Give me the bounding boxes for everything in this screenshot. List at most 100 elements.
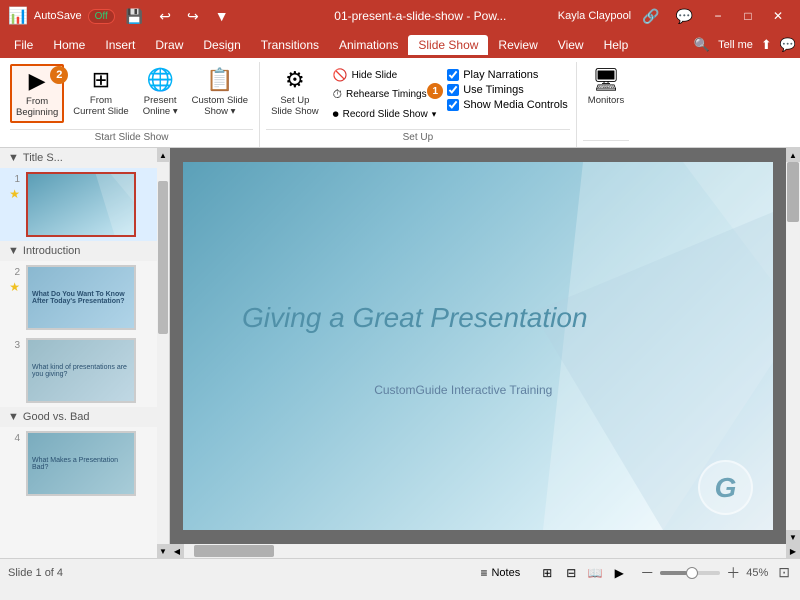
logo-char: G <box>715 472 737 504</box>
menu-view[interactable]: View <box>548 35 594 55</box>
save-button[interactable]: 💾 <box>121 6 148 27</box>
filename: 01-present-a-slide-show - Pow... <box>334 9 506 23</box>
zoom-plus-button[interactable]: ＋ <box>724 563 742 583</box>
share-button[interactable]: 🔗 <box>637 6 664 27</box>
undo-button[interactable]: ↩ <box>154 6 176 27</box>
notes-icon: ≡ <box>480 566 487 580</box>
panel-scroll-track <box>157 162 169 544</box>
present-online-button[interactable]: 🌐 PresentOnline ▾ <box>138 64 183 121</box>
rehearse-timings-button[interactable]: ⏱ Rehearse Timings <box>328 85 442 104</box>
rehearse-icon: ⏱ <box>333 87 342 102</box>
section-title-label-3: Good vs. Bad <box>23 411 90 423</box>
h-scroll-right[interactable]: ▶ <box>786 544 800 558</box>
slide-text-3: What kind of presentations are you givin… <box>28 360 134 382</box>
menu-slideshow[interactable]: Slide Show <box>408 35 488 55</box>
panel-scroll-up[interactable]: ▲ <box>157 148 169 162</box>
record-label: Record Slide Show <box>343 109 428 120</box>
autosave-state: Off <box>95 11 108 22</box>
scroll-down-arrow[interactable]: ▼ <box>786 530 800 544</box>
slide-thumb-4[interactable]: 4 What Makes a Presentation Bad? <box>0 427 169 500</box>
monitors-button[interactable]: 🖥 Monitors <box>583 64 629 109</box>
from-current-slide-button[interactable]: ⊞ FromCurrent Slide <box>68 64 133 121</box>
play-narrations-input[interactable] <box>447 69 459 81</box>
section-title-label-2: Introduction <box>23 245 80 257</box>
slide-thumb-1[interactable]: 1 ★ <box>0 168 169 241</box>
show-media-controls-checkbox[interactable]: Show Media Controls <box>445 98 570 112</box>
slide-image-2: What Do You Want To Know After Today's P… <box>26 265 136 330</box>
checkboxes-col: Play Narrations Use Timings Show Media C… <box>445 68 570 112</box>
menu-review[interactable]: Review <box>488 35 547 55</box>
status-bar: Slide 1 of 4 ≡ Notes ⊞ ⊟ 📖 ▶ － ＋ 45% ⊡ <box>0 558 800 586</box>
h-scroll-thumb[interactable] <box>194 545 274 557</box>
record-slide-show-button[interactable]: ⏺ Record Slide Show ▾ <box>328 105 442 124</box>
slide-thumb-2[interactable]: 2 ★ What Do You Want To Know After Today… <box>0 261 169 334</box>
comments-button[interactable]: 💬 <box>671 6 698 27</box>
slide-sorter-button[interactable]: ⊟ <box>560 563 582 583</box>
close-button[interactable]: ✕ <box>764 5 792 27</box>
slideshow-view-button[interactable]: ▶ <box>608 563 630 583</box>
tell-me-label[interactable]: Tell me <box>718 39 753 51</box>
panel-scroll-down[interactable]: ▼ <box>157 544 169 558</box>
star-2: ★ <box>9 280 20 294</box>
menu-transitions[interactable]: Transitions <box>251 35 329 55</box>
section-introduction[interactable]: ▼ Introduction <box>0 241 169 261</box>
canvas-area: Giving a Great Presentation CustomGuide … <box>170 148 800 558</box>
scroll-thumb[interactable] <box>787 162 799 222</box>
redo-button[interactable]: ↪ <box>182 6 204 27</box>
slide-thumb-3[interactable]: 3 What kind of presentations are you giv… <box>0 334 169 407</box>
menu-file[interactable]: File <box>4 35 43 55</box>
show-media-controls-input[interactable] <box>447 99 459 111</box>
slide-svg-1 <box>28 172 134 237</box>
zoom-minus-button[interactable]: － <box>638 563 656 583</box>
section-good-vs-bad[interactable]: ▼ Good vs. Bad <box>0 407 169 427</box>
main-canvas: Giving a Great Presentation CustomGuide … <box>170 148 786 544</box>
from-current-icon: ⊞ <box>92 67 110 93</box>
play-narrations-checkbox[interactable]: Play Narrations <box>445 68 570 82</box>
comments-ribbon-icon[interactable]: 💬 <box>780 37 796 53</box>
title-bar-center: 01-present-a-slide-show - Pow... <box>283 9 558 23</box>
title-bar: 📊 AutoSave Off 💾 ↩ ↪ ▼ 01-present-a-slid… <box>0 0 800 32</box>
main-area: ▼ Title S... 1 ★ <box>0 148 800 558</box>
fit-to-window-button[interactable]: ⊡ <box>776 564 792 581</box>
scroll-up-arrow[interactable]: ▲ <box>786 148 800 162</box>
maximize-button[interactable]: □ <box>734 5 762 27</box>
use-timings-label: Use Timings <box>463 84 524 96</box>
zoom-percent[interactable]: 45% <box>746 567 768 579</box>
menu-bar: File Home Insert Draw Design Transitions… <box>0 32 800 58</box>
hide-slide-button[interactable]: 🚫 Hide Slide <box>328 66 442 84</box>
badge-1-value: 1 <box>432 86 438 97</box>
reading-view-button[interactable]: 📖 <box>584 563 606 583</box>
menu-insert[interactable]: Insert <box>95 35 145 55</box>
custom-slide-show-button[interactable]: 📋 Custom SlideShow ▾ <box>187 64 254 121</box>
autosave-toggle[interactable]: Off <box>88 9 115 24</box>
slide-meta-2: 2 ★ <box>8 265 20 294</box>
setup-slide-show-button[interactable]: ⚙ Set UpSlide Show <box>266 64 324 121</box>
menu-design[interactable]: Design <box>193 35 250 55</box>
monitor-icon: 🖥 <box>592 67 620 93</box>
use-timings-input[interactable] <box>447 84 459 96</box>
ribbon-group-monitors: 🖥 Monitors <box>577 62 635 147</box>
collapse-icon-1: ▼ <box>8 152 19 164</box>
panel-scroll-thumb[interactable] <box>158 181 168 334</box>
use-timings-checkbox[interactable]: Use Timings <box>445 83 570 97</box>
customize-toolbar-button[interactable]: ▼ <box>210 6 234 26</box>
menu-draw[interactable]: Draw <box>145 35 193 55</box>
monitors-label: Monitors <box>588 95 624 106</box>
menu-animations[interactable]: Animations <box>329 35 408 55</box>
zoom-track[interactable] <box>660 571 720 575</box>
section-title-s[interactable]: ▼ Title S... <box>0 148 169 168</box>
slide-meta-4: 4 <box>8 431 20 444</box>
normal-view-button[interactable]: ⊞ <box>536 563 558 583</box>
notes-button[interactable]: ≡ Notes <box>472 564 528 582</box>
h-scroll-left[interactable]: ◀ <box>170 544 184 558</box>
share-ribbon-icon[interactable]: ⬆ <box>761 37 772 53</box>
menu-home[interactable]: Home <box>43 35 95 55</box>
slide-subtitle: CustomGuide Interactive Training <box>242 383 685 397</box>
zoom-handle[interactable] <box>686 567 698 579</box>
menu-help[interactable]: Help <box>594 35 639 55</box>
present-online-label: PresentOnline ▾ <box>143 95 178 118</box>
search-icon[interactable]: 🔍 <box>694 37 710 53</box>
show-media-controls-label: Show Media Controls <box>463 99 568 111</box>
slide-count: Slide 1 of 4 <box>8 567 63 579</box>
minimize-button[interactable]: − <box>704 5 732 27</box>
